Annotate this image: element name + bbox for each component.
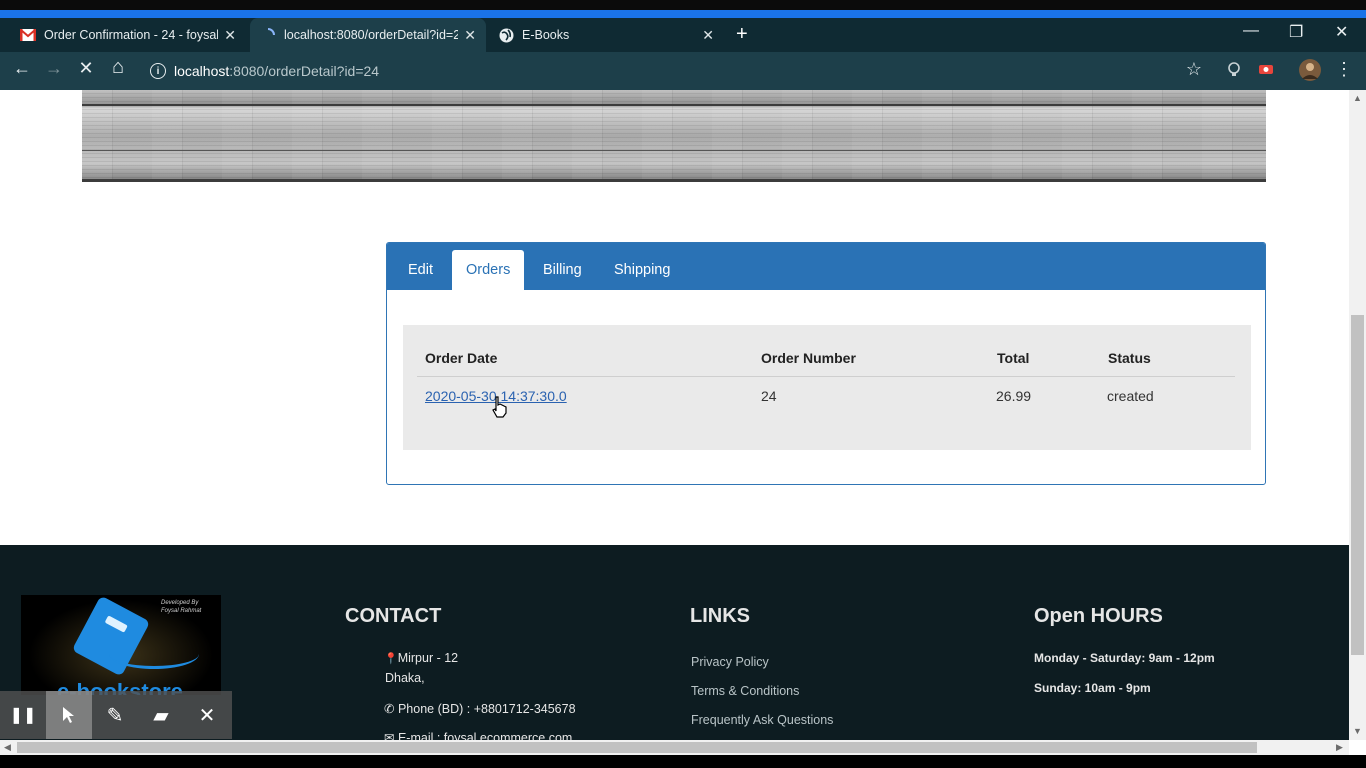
envelope-icon: ✉ <box>384 731 395 740</box>
header-order-date: Order Date <box>425 350 498 366</box>
scroll-right-arrow-icon[interactable]: ▶ <box>1336 742 1343 753</box>
privacy-policy-link[interactable]: Privacy Policy <box>691 655 769 669</box>
account-tabs: Edit Orders Billing Shipping <box>387 243 1265 290</box>
hours-weekdays: Monday - Saturday: 9am - 12pm <box>1034 651 1215 665</box>
header-divider <box>417 376 1235 377</box>
browser-window: Order Confirmation - 24 - foysal. ✕ loca… <box>0 0 1366 768</box>
chrome-menu-icon[interactable]: ⋮ <box>1332 59 1356 80</box>
scroll-up-arrow-icon[interactable]: ▲ <box>1353 93 1362 103</box>
developer-credit: Developed By Foysal Rahmat <box>161 600 202 614</box>
order-number-cell: 24 <box>761 388 777 404</box>
close-icon[interactable]: ✕ <box>702 27 714 44</box>
open-hours-heading: Open HOURS <box>1034 605 1163 627</box>
accent-bar <box>0 10 1366 18</box>
orders-table: Order Date Order Number Total Status 202… <box>403 325 1251 450</box>
hours-sunday: Sunday: 10am - 9pm <box>1034 681 1151 695</box>
bottom-strip <box>0 755 1366 768</box>
restore-button[interactable]: ❐ <box>1289 22 1303 42</box>
tab-billing[interactable]: Billing <box>529 250 596 290</box>
bookmark-star-icon[interactable]: ☆ <box>1182 59 1206 80</box>
close-icon[interactable]: ✕ <box>224 27 236 44</box>
contact-email: ✉ E-mail : foysal.ecommerce.com <box>384 730 572 740</box>
scroll-down-arrow-icon[interactable]: ▼ <box>1353 726 1362 736</box>
horizontal-scroll-thumb[interactable] <box>17 742 1257 753</box>
tab-bar: Order Confirmation - 24 - foysal. ✕ loca… <box>0 18 1366 52</box>
header-status: Status <box>1108 350 1151 366</box>
bookstore-logo: Developed By Foysal Rahmat e-bookstore <box>21 595 221 695</box>
contact-address-line1: 📍Mirpur - 12 <box>384 651 459 665</box>
forward-button[interactable]: → <box>42 58 66 79</box>
screen-recorder-toolbar: ❚❚ ✎ ▰ ✕ <box>0 691 232 739</box>
tab-order-detail[interactable]: localhost:8080/orderDetail?id=24 ✕ <box>250 18 486 52</box>
vertical-scroll-thumb[interactable] <box>1351 315 1364 655</box>
tab-label: localhost:8080/orderDetail?id=24 <box>284 28 459 42</box>
minimize-button[interactable]: — <box>1243 22 1259 40</box>
highlighter-icon[interactable]: ▰ <box>138 691 184 739</box>
address-bar[interactable]: i localhost :8080/orderDetail?id=24 <box>140 57 1220 85</box>
title-strip <box>0 0 1366 10</box>
map-pin-icon: 📍 <box>384 653 398 665</box>
globe-icon <box>498 27 514 43</box>
account-panel: Edit Orders Billing Shipping Order Date … <box>386 242 1266 485</box>
tab-shipping[interactable]: Shipping <box>600 250 684 290</box>
pen-icon[interactable]: ✎ <box>92 691 138 739</box>
tab-ebooks[interactable]: E-Books ✕ <box>488 18 724 52</box>
tab-orders[interactable]: Orders <box>452 250 525 290</box>
home-button[interactable]: ⌂ <box>106 56 130 79</box>
order-status-cell: created <box>1107 388 1154 404</box>
hand-cursor-icon <box>491 396 507 418</box>
pause-icon[interactable]: ❚❚ <box>0 691 46 739</box>
tab-order-confirmation[interactable]: Order Confirmation - 24 - foysal. ✕ <box>10 18 246 52</box>
url-path: :8080/orderDetail?id=24 <box>229 63 380 79</box>
order-total-cell: 26.99 <box>996 388 1032 404</box>
contact-address-line2: Dhaka, <box>385 671 425 685</box>
back-button[interactable]: ← <box>10 58 34 79</box>
tab-label: Order Confirmation - 24 - foysal. <box>44 28 219 42</box>
scroll-left-arrow-icon[interactable]: ◀ <box>4 742 11 753</box>
tab-edit[interactable]: Edit <box>394 250 447 290</box>
faq-link[interactable]: Frequently Ask Questions <box>691 713 833 727</box>
contact-heading: CONTACT <box>345 605 442 627</box>
recorder-close-icon[interactable]: ✕ <box>184 691 230 739</box>
tab-label: E-Books <box>522 28 570 42</box>
info-icon[interactable]: i <box>150 63 166 79</box>
header-order-number: Order Number <box>761 350 856 366</box>
page-content: Edit Orders Billing Shipping Order Date … <box>0 90 1349 740</box>
phone-icon: ✆ <box>384 702 395 716</box>
contact-phone: ✆ Phone (BD) : +8801712-345678 <box>384 702 576 716</box>
url-host: localhost <box>174 63 230 79</box>
new-tab-button[interactable]: + <box>736 23 748 46</box>
loading-spinner-icon <box>260 27 276 43</box>
profile-avatar[interactable] <box>1299 59 1321 81</box>
close-icon[interactable]: ✕ <box>464 27 476 44</box>
gmail-icon <box>20 27 36 43</box>
wood-banner-image <box>82 90 1266 182</box>
stop-button[interactable]: ✕ <box>74 58 98 79</box>
links-heading: LINKS <box>690 605 750 627</box>
terms-link[interactable]: Terms & Conditions <box>691 684 799 698</box>
pointer-icon[interactable] <box>46 691 92 739</box>
window-close-button[interactable]: ✕ <box>1335 22 1348 42</box>
header-total: Total <box>997 350 1030 366</box>
extension-bulb-icon[interactable] <box>1225 60 1243 78</box>
extension-recorder-icon[interactable] <box>1257 60 1275 78</box>
